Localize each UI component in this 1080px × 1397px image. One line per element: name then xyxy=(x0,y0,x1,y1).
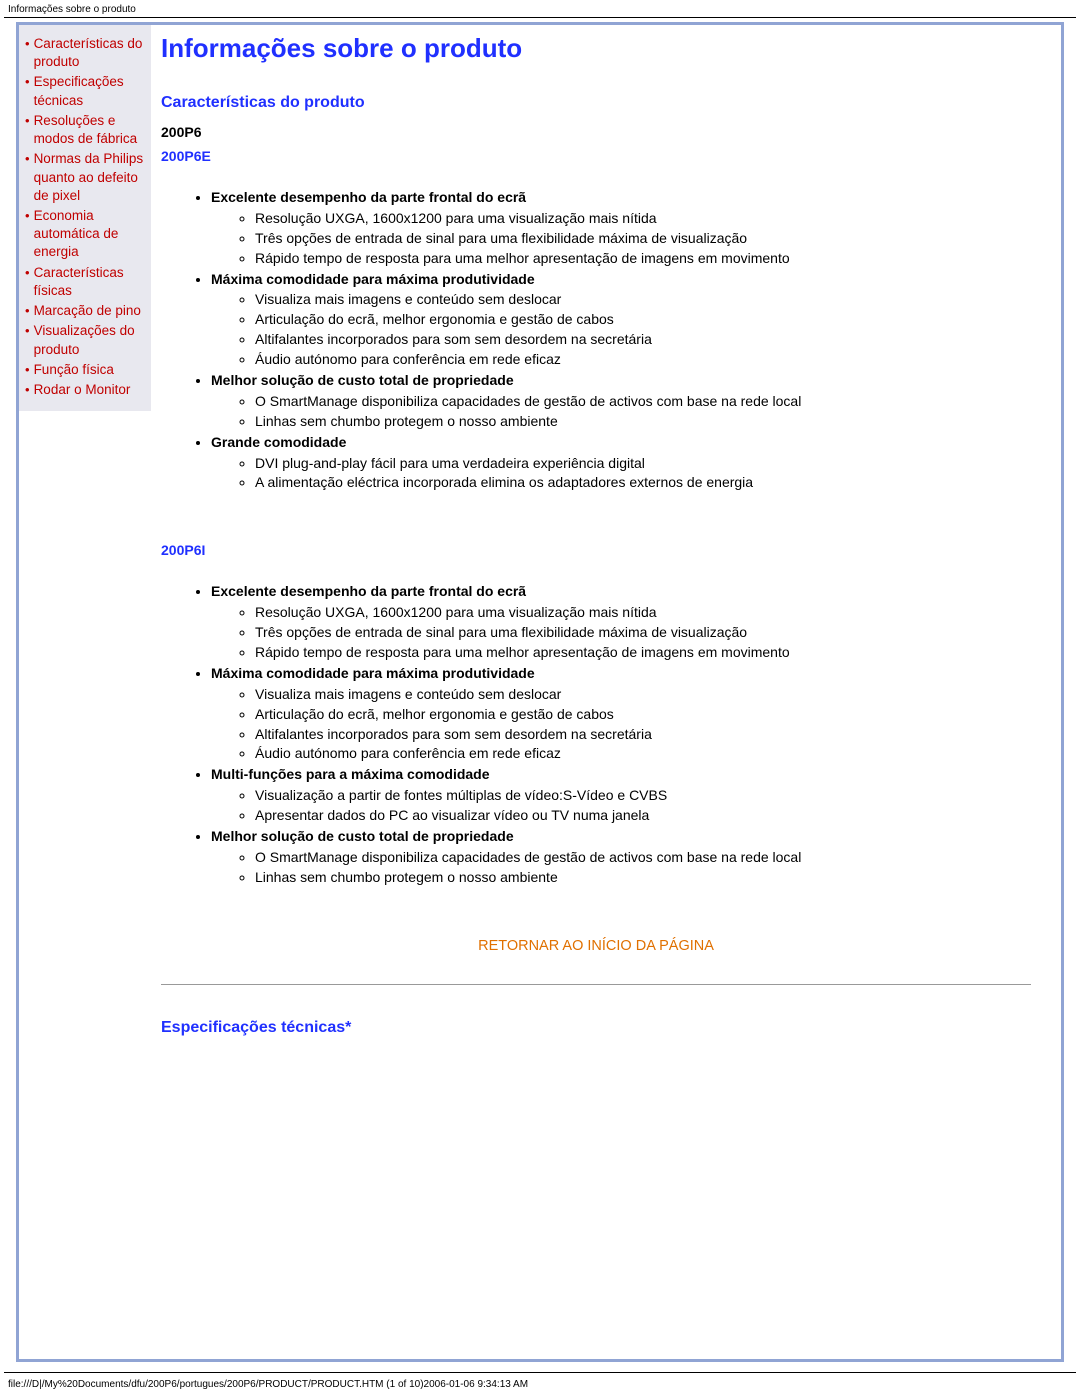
feature-heading: Excelente desempenho da parte frontal do… xyxy=(211,582,1031,662)
feature-item: Linhas sem chumbo protegem o nosso ambie… xyxy=(255,868,1031,887)
feature-item: Altifalantes incorporados para som sem d… xyxy=(255,330,1031,349)
feature-item: O SmartManage disponibiliza capacidades … xyxy=(255,848,1031,867)
sidebar-item-rodar[interactable]: •Rodar o Monitor xyxy=(25,381,147,399)
return-top-link-wrap: RETORNAR AO INÍCIO DA PÁGINA xyxy=(161,937,1031,954)
feature-item: Rápido tempo de resposta para uma melhor… xyxy=(255,249,1031,268)
feature-heading: Excelente desempenho da parte frontal do… xyxy=(211,188,1031,268)
bullet-icon: • xyxy=(25,322,30,340)
feature-item: A alimentação eléctrica incorporada elim… xyxy=(255,473,1031,492)
feature-item: Apresentar dados do PC ao visualizar víd… xyxy=(255,806,1031,825)
bullet-icon: • xyxy=(25,264,30,282)
main-content: Informações sobre o produto Característi… xyxy=(151,25,1061,1359)
sidebar-item-funcao[interactable]: •Função física xyxy=(25,361,147,379)
bullet-icon: • xyxy=(25,150,30,168)
model-i-label: 200P6I xyxy=(161,542,1031,558)
section-caracteristicas-title: Características do produto xyxy=(161,94,1031,112)
sidebar-link: Economia automática de energia xyxy=(34,207,147,262)
page-title: Informações sobre o produto xyxy=(161,33,1031,64)
feature-item: Rápido tempo de resposta para uma melhor… xyxy=(255,643,1031,662)
feature-item: Resolução UXGA, 1600x1200 para uma visua… xyxy=(255,209,1031,228)
feature-item: Articulação do ecrã, melhor ergonomia e … xyxy=(255,705,1031,724)
header-rule xyxy=(4,17,1076,18)
section-divider xyxy=(161,984,1031,985)
bullet-icon: • xyxy=(25,207,30,225)
sidebar-link: Resoluções e modos de fábrica xyxy=(34,112,147,148)
sidebar-item-resolucoes[interactable]: •Resoluções e modos de fábrica xyxy=(25,112,147,148)
sidebar-item-especificacoes[interactable]: •Especificações técnicas xyxy=(25,73,147,109)
return-top-link[interactable]: RETORNAR AO INÍCIO DA PÁGINA xyxy=(478,938,714,954)
sidebar-nav: •Características do produto •Especificaç… xyxy=(19,25,151,411)
bullet-icon: • xyxy=(25,302,30,320)
feature-item: Visualiza mais imagens e conteúdo sem de… xyxy=(255,290,1031,309)
sidebar-link: Função física xyxy=(34,361,114,379)
sidebar-item-caracteristicas[interactable]: •Características do produto xyxy=(25,35,147,71)
model-group-label: 200P6 xyxy=(161,124,1031,140)
bullet-icon: • xyxy=(25,361,30,379)
feature-item: Resolução UXGA, 1600x1200 para uma visua… xyxy=(255,603,1031,622)
content-frame: •Características do produto •Especificaç… xyxy=(16,22,1064,1362)
bullet-icon: • xyxy=(25,381,30,399)
sidebar-link: Características físicas xyxy=(34,264,147,300)
feature-item: O SmartManage disponibiliza capacidades … xyxy=(255,392,1031,411)
bullet-icon: • xyxy=(25,73,30,91)
sidebar-link: Especificações técnicas xyxy=(34,73,147,109)
model-e-label: 200P6E xyxy=(161,148,1031,164)
pdf-footer-path: file:///D|/My%20Documents/dfu/200P6/port… xyxy=(0,1373,1080,1394)
feature-item: Visualização a partir de fontes múltipla… xyxy=(255,786,1031,805)
feature-heading: Melhor solução de custo total de proprie… xyxy=(211,371,1031,431)
sidebar-link: Rodar o Monitor xyxy=(34,381,131,399)
feature-heading: Máxima comodidade para máxima produtivid… xyxy=(211,270,1031,369)
section-especificacoes-title: Especificações técnicas* xyxy=(161,1019,1031,1037)
feature-list-i: Excelente desempenho da parte frontal do… xyxy=(161,582,1031,886)
feature-item: Três opções de entrada de sinal para uma… xyxy=(255,623,1031,642)
feature-heading: Melhor solução de custo total de proprie… xyxy=(211,827,1031,887)
feature-item: Linhas sem chumbo protegem o nosso ambie… xyxy=(255,412,1031,431)
feature-item: DVI plug-and-play fácil para uma verdade… xyxy=(255,454,1031,473)
feature-list-e: Excelente desempenho da parte frontal do… xyxy=(161,188,1031,492)
sidebar-link: Visualizações do produto xyxy=(34,322,147,358)
feature-item: Áudio autónomo para conferência em rede … xyxy=(255,350,1031,369)
sidebar-item-economia[interactable]: •Economia automática de energia xyxy=(25,207,147,262)
feature-item: Altifalantes incorporados para som sem d… xyxy=(255,725,1031,744)
feature-item: Três opções de entrada de sinal para uma… xyxy=(255,229,1031,248)
feature-heading: Multi-funções para a máxima comodidade V… xyxy=(211,765,1031,825)
sidebar-item-visualizacoes[interactable]: •Visualizações do produto xyxy=(25,322,147,358)
bullet-icon: • xyxy=(25,35,30,53)
pdf-header-title: Informações sobre o produto xyxy=(0,0,1080,17)
sidebar-link: Características do produto xyxy=(34,35,147,71)
sidebar-item-fisicas[interactable]: •Características físicas xyxy=(25,264,147,300)
feature-item: Articulação do ecrã, melhor ergonomia e … xyxy=(255,310,1031,329)
sidebar-item-normas[interactable]: •Normas da Philips quanto ao defeito de … xyxy=(25,150,147,205)
sidebar-item-pino[interactable]: •Marcação de pino xyxy=(25,302,147,320)
sidebar-link: Marcação de pino xyxy=(34,302,141,320)
bullet-icon: • xyxy=(25,112,30,130)
feature-item: Visualiza mais imagens e conteúdo sem de… xyxy=(255,685,1031,704)
feature-heading: Máxima comodidade para máxima produtivid… xyxy=(211,664,1031,763)
feature-heading: Grande comodidade DVI plug-and-play fáci… xyxy=(211,433,1031,493)
feature-item: Áudio autónomo para conferência em rede … xyxy=(255,744,1031,763)
sidebar-link: Normas da Philips quanto ao defeito de p… xyxy=(34,150,147,205)
